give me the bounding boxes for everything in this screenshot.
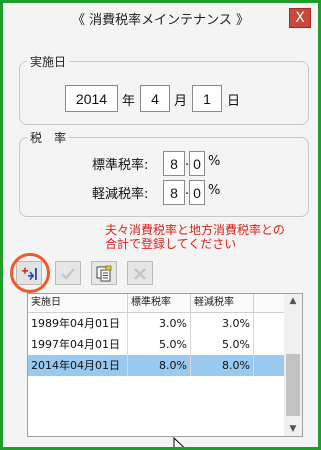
row-date: 2014年04月01日 — [28, 355, 128, 376]
row-standard-rate: 8.0% — [128, 355, 191, 376]
rate-group-label: 税 率 — [27, 129, 70, 146]
table-header: 実施日 標準税率 軽減税率 — [28, 294, 284, 313]
rate-group — [19, 137, 309, 217]
date-group-label: 実施日 — [27, 53, 70, 70]
mouse-cursor-icon — [173, 437, 185, 447]
scroll-thumb[interactable] — [286, 354, 300, 416]
scroll-up-icon[interactable]: ▲ — [284, 296, 302, 306]
row-reduced-rate: 5.0% — [191, 334, 254, 355]
instruction-message-line2: 合計で登録してください — [105, 237, 237, 251]
year-field[interactable] — [65, 85, 118, 112]
row-reduced-rate: 8.0% — [191, 355, 254, 376]
copy-icon — [96, 265, 112, 282]
reduced-rate-int-field[interactable] — [163, 180, 185, 205]
rate-maintenance-window: 《 消費税率メインテナンス 》 X 実施日 年 月 日 税 率 標準税率: . … — [0, 0, 321, 450]
row-standard-rate: 3.0% — [128, 313, 191, 334]
copy-button[interactable] — [91, 261, 117, 285]
row-standard-rate: 5.0% — [128, 334, 191, 355]
row-date: 1997年04月01日 — [28, 334, 128, 355]
instruction-message-line1: 夫々消費税率と地方消費税率との — [105, 223, 285, 237]
highlight-circle — [10, 253, 50, 293]
scroll-down-icon[interactable]: ▼ — [284, 424, 302, 434]
day-unit: 日 — [227, 94, 241, 109]
reduced-rate-dec-field[interactable] — [189, 180, 205, 205]
column-header-reduced[interactable]: 軽減税率 — [191, 294, 254, 312]
month-field[interactable] — [140, 85, 170, 112]
delete-icon — [134, 268, 146, 280]
confirm-button[interactable] — [55, 261, 81, 285]
year-unit: 年 — [122, 94, 136, 109]
standard-rate-label: 標準税率: — [92, 158, 149, 173]
standard-rate-int-field[interactable] — [163, 151, 185, 176]
reduced-rate-label: 軽減税率: — [92, 187, 149, 202]
row-reduced-rate: 3.0% — [191, 313, 254, 334]
reduced-rate-percent: % — [208, 183, 221, 198]
month-unit: 月 — [174, 94, 188, 109]
table-row[interactable]: 1989年04月01日 3.0% 3.0% — [28, 313, 284, 334]
table-row[interactable]: 1997年04月01日 5.0% 5.0% — [28, 334, 284, 355]
table-row-selected[interactable]: 2014年04月01日 8.0% 8.0% — [28, 355, 284, 376]
column-header-standard[interactable]: 標準税率 — [128, 294, 191, 312]
close-button[interactable]: X — [289, 8, 311, 28]
vertical-scrollbar[interactable]: ▲ ▼ — [284, 294, 302, 436]
column-header-date[interactable]: 実施日 — [28, 294, 128, 312]
standard-rate-percent: % — [208, 154, 221, 169]
window-title: 《 消費税率メインテナンス 》 — [71, 13, 249, 28]
delete-button[interactable] — [127, 261, 153, 285]
row-date: 1989年04月01日 — [28, 313, 128, 334]
rate-history-table[interactable]: 実施日 標準税率 軽減税率 1989年04月01日 3.0% 3.0% 1997… — [27, 293, 303, 437]
standard-rate-dec-field[interactable] — [189, 151, 205, 176]
day-field[interactable] — [192, 85, 222, 112]
check-icon — [61, 268, 75, 280]
